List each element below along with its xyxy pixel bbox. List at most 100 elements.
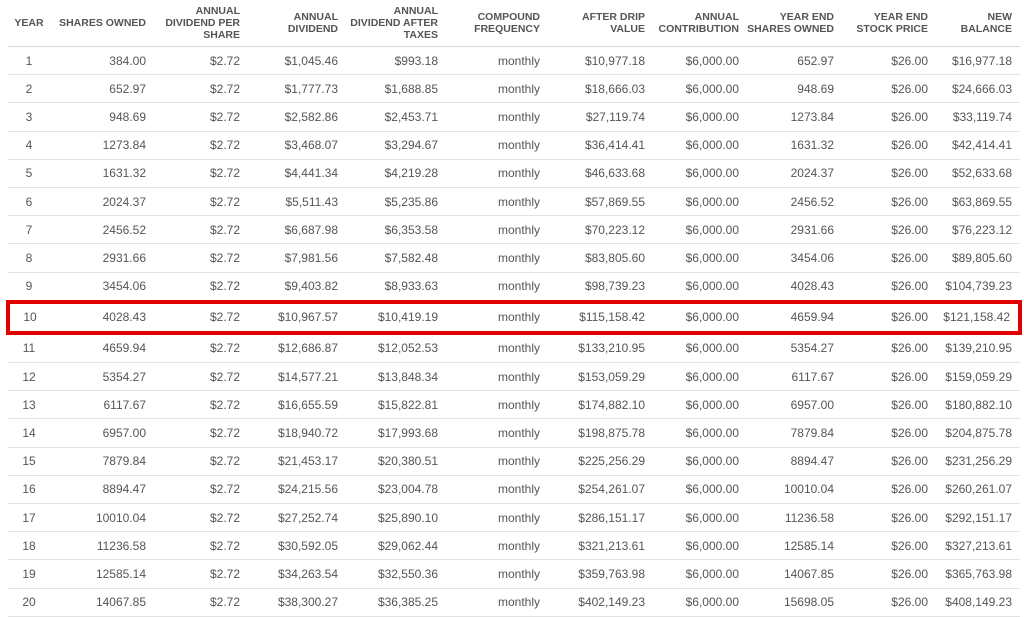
cell-year: 1 xyxy=(8,46,50,76)
cell-year: 12 xyxy=(8,362,50,392)
cell-year-end-stock-price: $26.00 xyxy=(842,74,936,104)
cell-year-end-shares-owned: 14067.85 xyxy=(747,559,842,589)
cell-annual-dividend: $14,577.21 xyxy=(248,362,346,392)
cell-annual-contribution: $6,000.00 xyxy=(653,447,747,476)
cell-annual-dividend-after-taxes: $29,062.44 xyxy=(346,531,446,561)
table-header: YEAR SHARES OWNED ANNUAL DIVIDEND PER SHAR… xyxy=(8,0,1020,47)
cell-annual-dividend: $1,045.46 xyxy=(248,46,346,76)
cell-year-end-stock-price: $26.00 xyxy=(842,531,936,561)
cell-annual-contribution: $6,000.00 xyxy=(653,74,747,104)
cell-year: 11 xyxy=(8,332,50,364)
cell-shares-owned: 8894.47 xyxy=(50,475,154,505)
cell-year: 10 xyxy=(6,299,50,335)
cell-compound-frequency: monthly xyxy=(446,362,548,392)
cell-year-end-shares-owned: 4028.43 xyxy=(747,272,842,303)
cell-annual-contribution: $6,000.00 xyxy=(653,588,747,617)
cell-annual-dividend: $1,777.73 xyxy=(248,74,346,104)
cell-year: 7 xyxy=(8,215,50,245)
cell-shares-owned: 4028.43 xyxy=(50,299,154,335)
cell-shares-owned: 14067.85 xyxy=(50,588,154,617)
cell-after-drip-value: $321,213.61 xyxy=(548,531,653,561)
cell-new-balance: $408,149.23 xyxy=(936,588,1020,617)
cell-new-balance: $33,119.74 xyxy=(936,102,1020,132)
cell-shares-owned: 1631.32 xyxy=(50,159,154,188)
cell-shares-owned: 6117.67 xyxy=(50,390,154,420)
cell-year-end-shares-owned: 2456.52 xyxy=(747,187,842,217)
cell-year-end-shares-owned: 12585.14 xyxy=(747,531,842,561)
cell-annual-dividend-after-taxes: $17,993.68 xyxy=(346,418,446,448)
cell-year-end-shares-owned: 6117.67 xyxy=(747,362,842,392)
column-header-annual-contribution: ANNUAL CONTRIBUTION xyxy=(653,0,747,47)
table-row: 13 6117.67 $2.72 $16,655.59 $15,822.81 monthl… xyxy=(8,390,1020,420)
cell-year-end-shares-owned: 652.97 xyxy=(747,46,842,76)
cell-compound-frequency: monthly xyxy=(446,187,548,217)
cell-compound-frequency: monthly xyxy=(446,390,548,420)
cell-annual-dividend-after-taxes: $993.18 xyxy=(346,46,446,76)
cell-annual-dividend: $16,655.59 xyxy=(248,390,346,420)
column-header-annual-dividend-per-share: ANNUAL DIVIDEND PER SHARE xyxy=(154,0,248,47)
column-header-annual-dividend: ANNUAL DIVIDEND xyxy=(248,0,346,47)
cell-annual-dividend: $10,967.57 xyxy=(248,299,346,335)
cell-annual-contribution: $6,000.00 xyxy=(653,131,747,160)
cell-new-balance: $231,256.29 xyxy=(936,447,1020,476)
cell-annual-dividend: $18,940.72 xyxy=(248,418,346,448)
cell-annual-dividend-per-share: $2.72 xyxy=(154,46,248,76)
cell-annual-dividend-per-share: $2.72 xyxy=(154,74,248,104)
cell-year-end-stock-price: $26.00 xyxy=(842,332,936,364)
cell-after-drip-value: $98,739.23 xyxy=(548,272,653,303)
cell-year-end-shares-owned: 5354.27 xyxy=(747,332,842,364)
cell-year: 20 xyxy=(8,588,50,617)
cell-annual-dividend-per-share: $2.72 xyxy=(154,131,248,160)
cell-new-balance: $89,805.60 xyxy=(936,243,1020,273)
cell-annual-contribution: $6,000.00 xyxy=(653,46,747,76)
cell-annual-dividend-after-taxes: $12,052.53 xyxy=(346,332,446,364)
cell-compound-frequency: monthly xyxy=(446,131,548,160)
cell-annual-dividend-per-share: $2.72 xyxy=(154,299,248,335)
cell-annual-dividend: $3,468.07 xyxy=(248,131,346,160)
cell-compound-frequency: monthly xyxy=(446,503,548,533)
cell-annual-dividend-after-taxes: $5,235.86 xyxy=(346,187,446,217)
cell-annual-dividend-after-taxes: $8,933.63 xyxy=(346,272,446,303)
cell-compound-frequency: monthly xyxy=(446,215,548,245)
cell-new-balance: $63,869.55 xyxy=(936,187,1020,217)
table-row: 17 10010.04 $2.72 $27,252.74 $25,890.10 month… xyxy=(8,503,1020,533)
cell-shares-owned: 2456.52 xyxy=(50,215,154,245)
cell-annual-dividend-per-share: $2.72 xyxy=(154,187,248,217)
table-row: 14 6957.00 $2.72 $18,940.72 $17,993.68 monthl… xyxy=(8,418,1020,448)
cell-after-drip-value: $133,210.95 xyxy=(548,332,653,364)
cell-year: 14 xyxy=(8,418,50,448)
cell-shares-owned: 652.97 xyxy=(50,74,154,104)
table-row: 11 4659.94 $2.72 $12,686.87 $12,052.53 monthl… xyxy=(8,332,1020,364)
cell-compound-frequency: monthly xyxy=(446,588,548,617)
cell-year-end-shares-owned: 4659.94 xyxy=(747,299,842,335)
table-row: 19 12585.14 $2.72 $34,263.54 $32,550.36 month… xyxy=(8,559,1020,589)
cell-annual-dividend: $2,582.86 xyxy=(248,102,346,132)
cell-new-balance: $24,666.03 xyxy=(936,74,1020,104)
cell-compound-frequency: monthly xyxy=(446,102,548,132)
cell-annual-dividend-per-share: $2.72 xyxy=(154,390,248,420)
cell-year: 2 xyxy=(8,74,50,104)
cell-shares-owned: 2024.37 xyxy=(50,187,154,217)
cell-annual-dividend: $24,215.56 xyxy=(248,475,346,505)
cell-new-balance: $260,261.07 xyxy=(936,475,1020,505)
cell-new-balance: $76,223.12 xyxy=(936,215,1020,245)
cell-annual-contribution: $6,000.00 xyxy=(653,159,747,188)
cell-year-end-shares-owned: 15698.05 xyxy=(747,588,842,617)
cell-annual-contribution: $6,000.00 xyxy=(653,243,747,273)
cell-year-end-stock-price: $26.00 xyxy=(842,390,936,420)
cell-annual-dividend: $7,981.56 xyxy=(248,243,346,273)
cell-new-balance: $139,210.95 xyxy=(936,332,1020,364)
cell-annual-dividend-per-share: $2.72 xyxy=(154,503,248,533)
cell-after-drip-value: $36,414.41 xyxy=(548,131,653,160)
cell-shares-owned: 1273.84 xyxy=(50,131,154,160)
cell-year: 13 xyxy=(8,390,50,420)
cell-new-balance: $180,882.10 xyxy=(936,390,1020,420)
cell-shares-owned: 2931.66 xyxy=(50,243,154,273)
cell-year-end-stock-price: $26.00 xyxy=(842,559,936,589)
cell-after-drip-value: $27,119.74 xyxy=(548,102,653,132)
cell-annual-dividend: $38,300.27 xyxy=(248,588,346,617)
cell-shares-owned: 10010.04 xyxy=(50,503,154,533)
column-header-compound-frequency: COMPOUND FREQUENCY xyxy=(446,0,548,47)
cell-annual-dividend-after-taxes: $25,890.10 xyxy=(346,503,446,533)
cell-compound-frequency: monthly xyxy=(446,299,548,335)
